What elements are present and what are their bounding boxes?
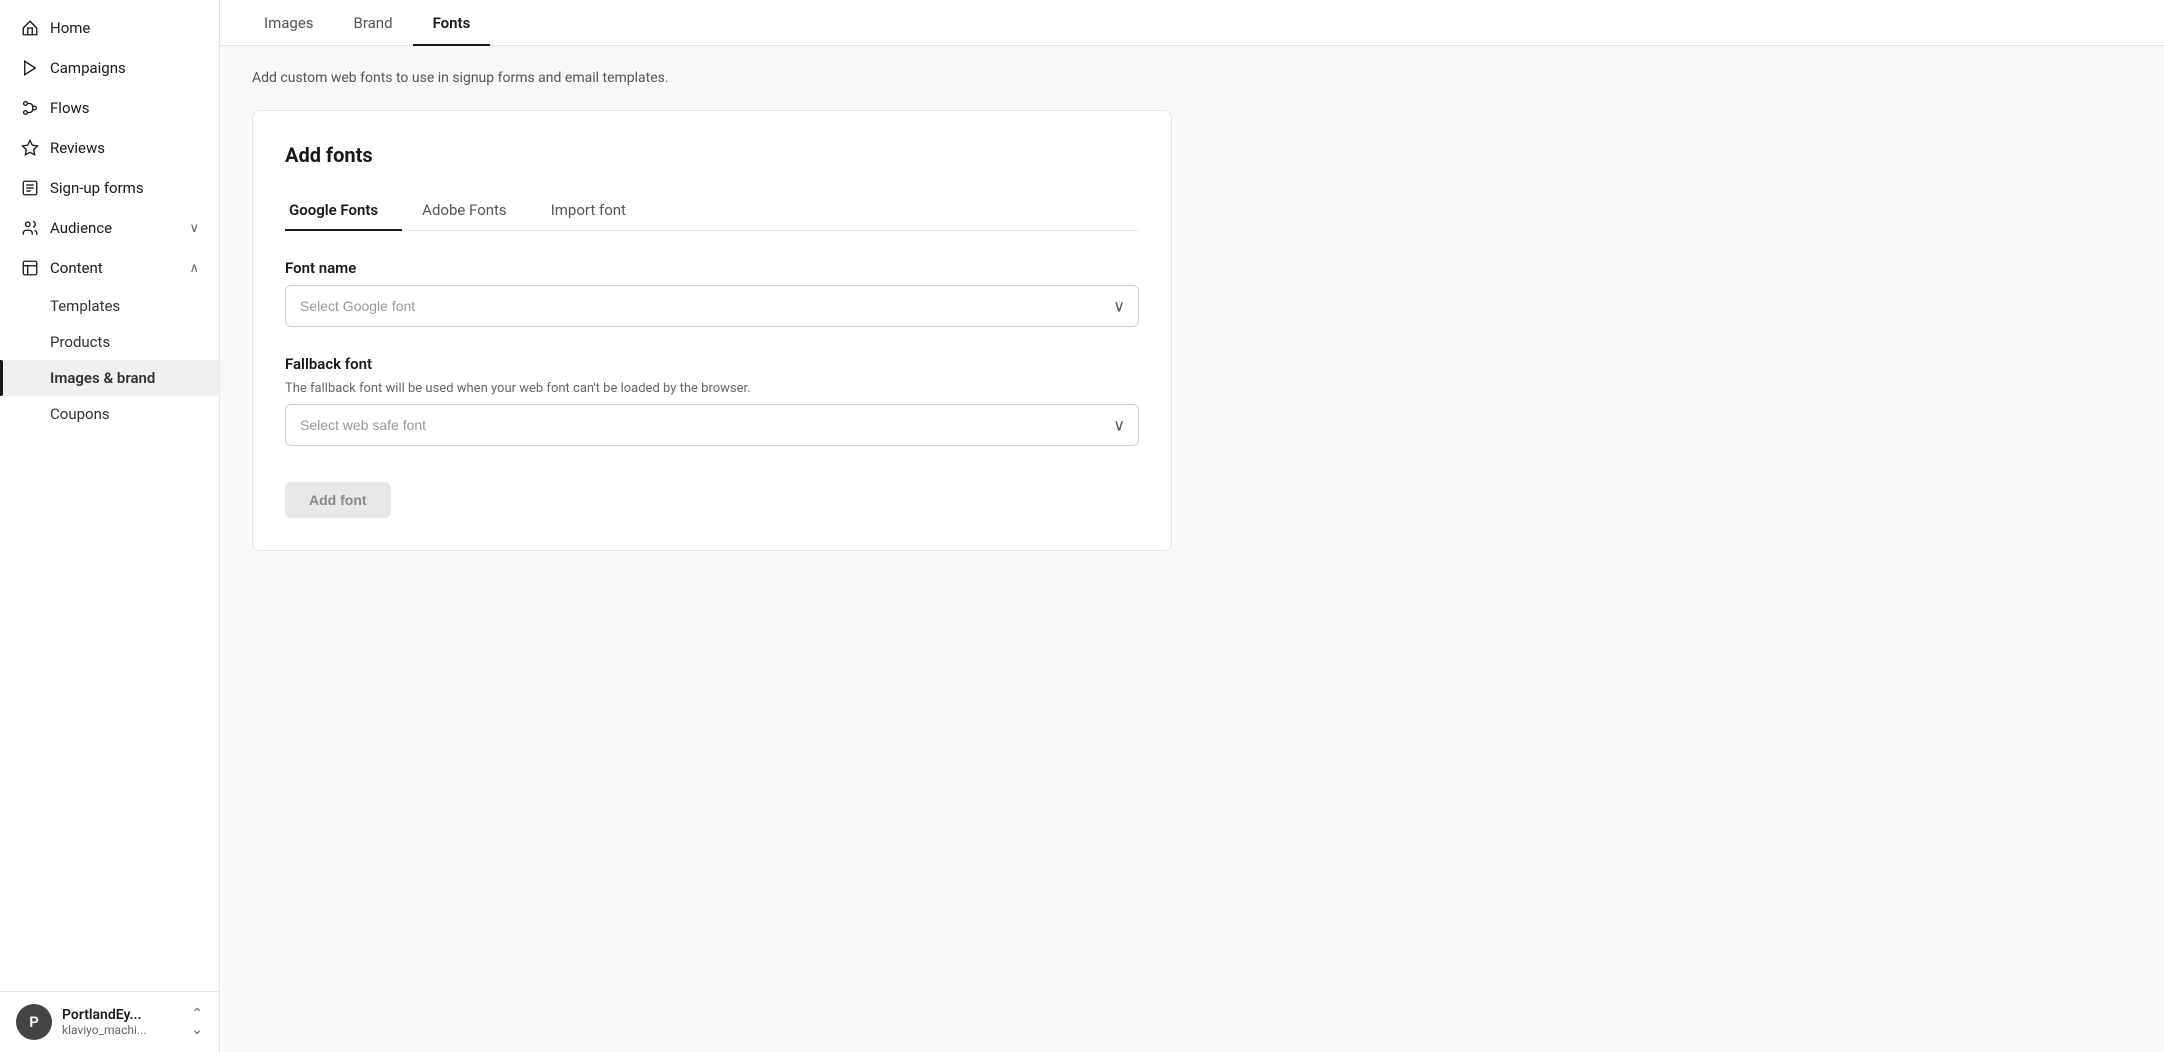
font-name-label: Font name [285,259,1139,277]
footer-text: PortlandEy... klaviyo_machi... [62,1007,181,1037]
audience-icon [20,218,40,238]
card-title: Add fonts [285,143,1139,167]
tab-adobe-fonts[interactable]: Adobe Fonts [418,191,531,231]
sidebar-item-products[interactable]: Products [0,324,219,360]
fallback-font-label: Fallback font [285,355,1139,373]
sidebar-item-coupons[interactable]: Coupons [0,396,219,432]
sidebar-item-flows[interactable]: Flows [0,88,219,128]
add-font-button[interactable]: Add font [285,482,391,518]
avatar: P [16,1004,52,1040]
add-fonts-card: Add fonts Google Fonts Adobe Fonts Impor… [252,110,1172,551]
content-chevron-icon: ∧ [189,261,199,276]
main-content: Images Brand Fonts Add custom web fonts … [220,0,2164,1052]
org-name: PortlandEy... [62,1007,181,1023]
content-icon [20,258,40,278]
tab-images[interactable]: Images [244,0,334,46]
fallback-font-description: The fallback font will be used when your… [285,381,1139,396]
sidebar-item-content[interactable]: Content ∧ [0,248,219,288]
tab-fonts[interactable]: Fonts [413,0,491,46]
sidebar-item-campaigns[interactable]: Campaigns [0,48,219,88]
sidebar-item-home-label: Home [50,19,90,37]
sidebar-item-templates-label: Templates [50,297,120,315]
sidebar-item-campaigns-label: Campaigns [50,59,126,77]
inner-tabs: Google Fonts Adobe Fonts Import font [285,191,1139,231]
campaigns-icon [20,58,40,78]
sidebar-item-images-brand[interactable]: Images & brand [0,360,219,396]
fallback-font-select-wrapper: Select web safe font ∨ [285,404,1139,446]
audience-chevron-icon: ∨ [189,221,199,236]
fallback-font-select[interactable]: Select web safe font [285,404,1139,446]
sidebar-item-signup-forms-label: Sign-up forms [50,179,144,197]
sidebar-item-products-label: Products [50,333,110,351]
sidebar-item-templates[interactable]: Templates [0,288,219,324]
tab-brand[interactable]: Brand [334,0,413,46]
sidebar-item-audience-label: Audience [50,219,112,237]
font-name-select-wrapper: Select Google font ∨ [285,285,1139,327]
sidebar-item-flows-label: Flows [50,99,90,117]
reviews-icon [20,138,40,158]
content-area: Add custom web fonts to use in signup fo… [220,46,2164,1052]
top-tabs: Images Brand Fonts [220,0,2164,46]
home-icon [20,18,40,38]
sidebar-item-reviews-label: Reviews [50,139,105,157]
content-submenu: Templates Products Images & brand Coupon… [0,288,219,432]
sidebar-nav: Home Campaigns Flows [0,0,219,991]
forms-icon [20,178,40,198]
flows-icon [20,98,40,118]
font-name-section: Font name Select Google font ∨ [285,259,1139,327]
fallback-font-section: Fallback font The fallback font will be … [285,355,1139,446]
sidebar-item-coupons-label: Coupons [50,405,110,423]
tab-google-fonts[interactable]: Google Fonts [285,191,402,231]
font-name-select[interactable]: Select Google font [285,285,1139,327]
sidebar: Home Campaigns Flows [0,0,220,1052]
tab-import-font[interactable]: Import font [547,191,650,231]
sidebar-footer[interactable]: P PortlandEy... klaviyo_machi... ⌃⌄ [0,991,219,1052]
sidebar-item-home[interactable]: Home [0,8,219,48]
footer-chevron-icon: ⌃⌄ [191,1006,203,1038]
sidebar-item-audience[interactable]: Audience ∨ [0,208,219,248]
sidebar-item-signup-forms[interactable]: Sign-up forms [0,168,219,208]
sidebar-item-content-label: Content [50,259,103,277]
page-description: Add custom web fonts to use in signup fo… [252,70,2132,86]
sidebar-item-images-brand-label: Images & brand [50,369,155,387]
account-name: klaviyo_machi... [62,1023,181,1037]
sidebar-item-reviews[interactable]: Reviews [0,128,219,168]
